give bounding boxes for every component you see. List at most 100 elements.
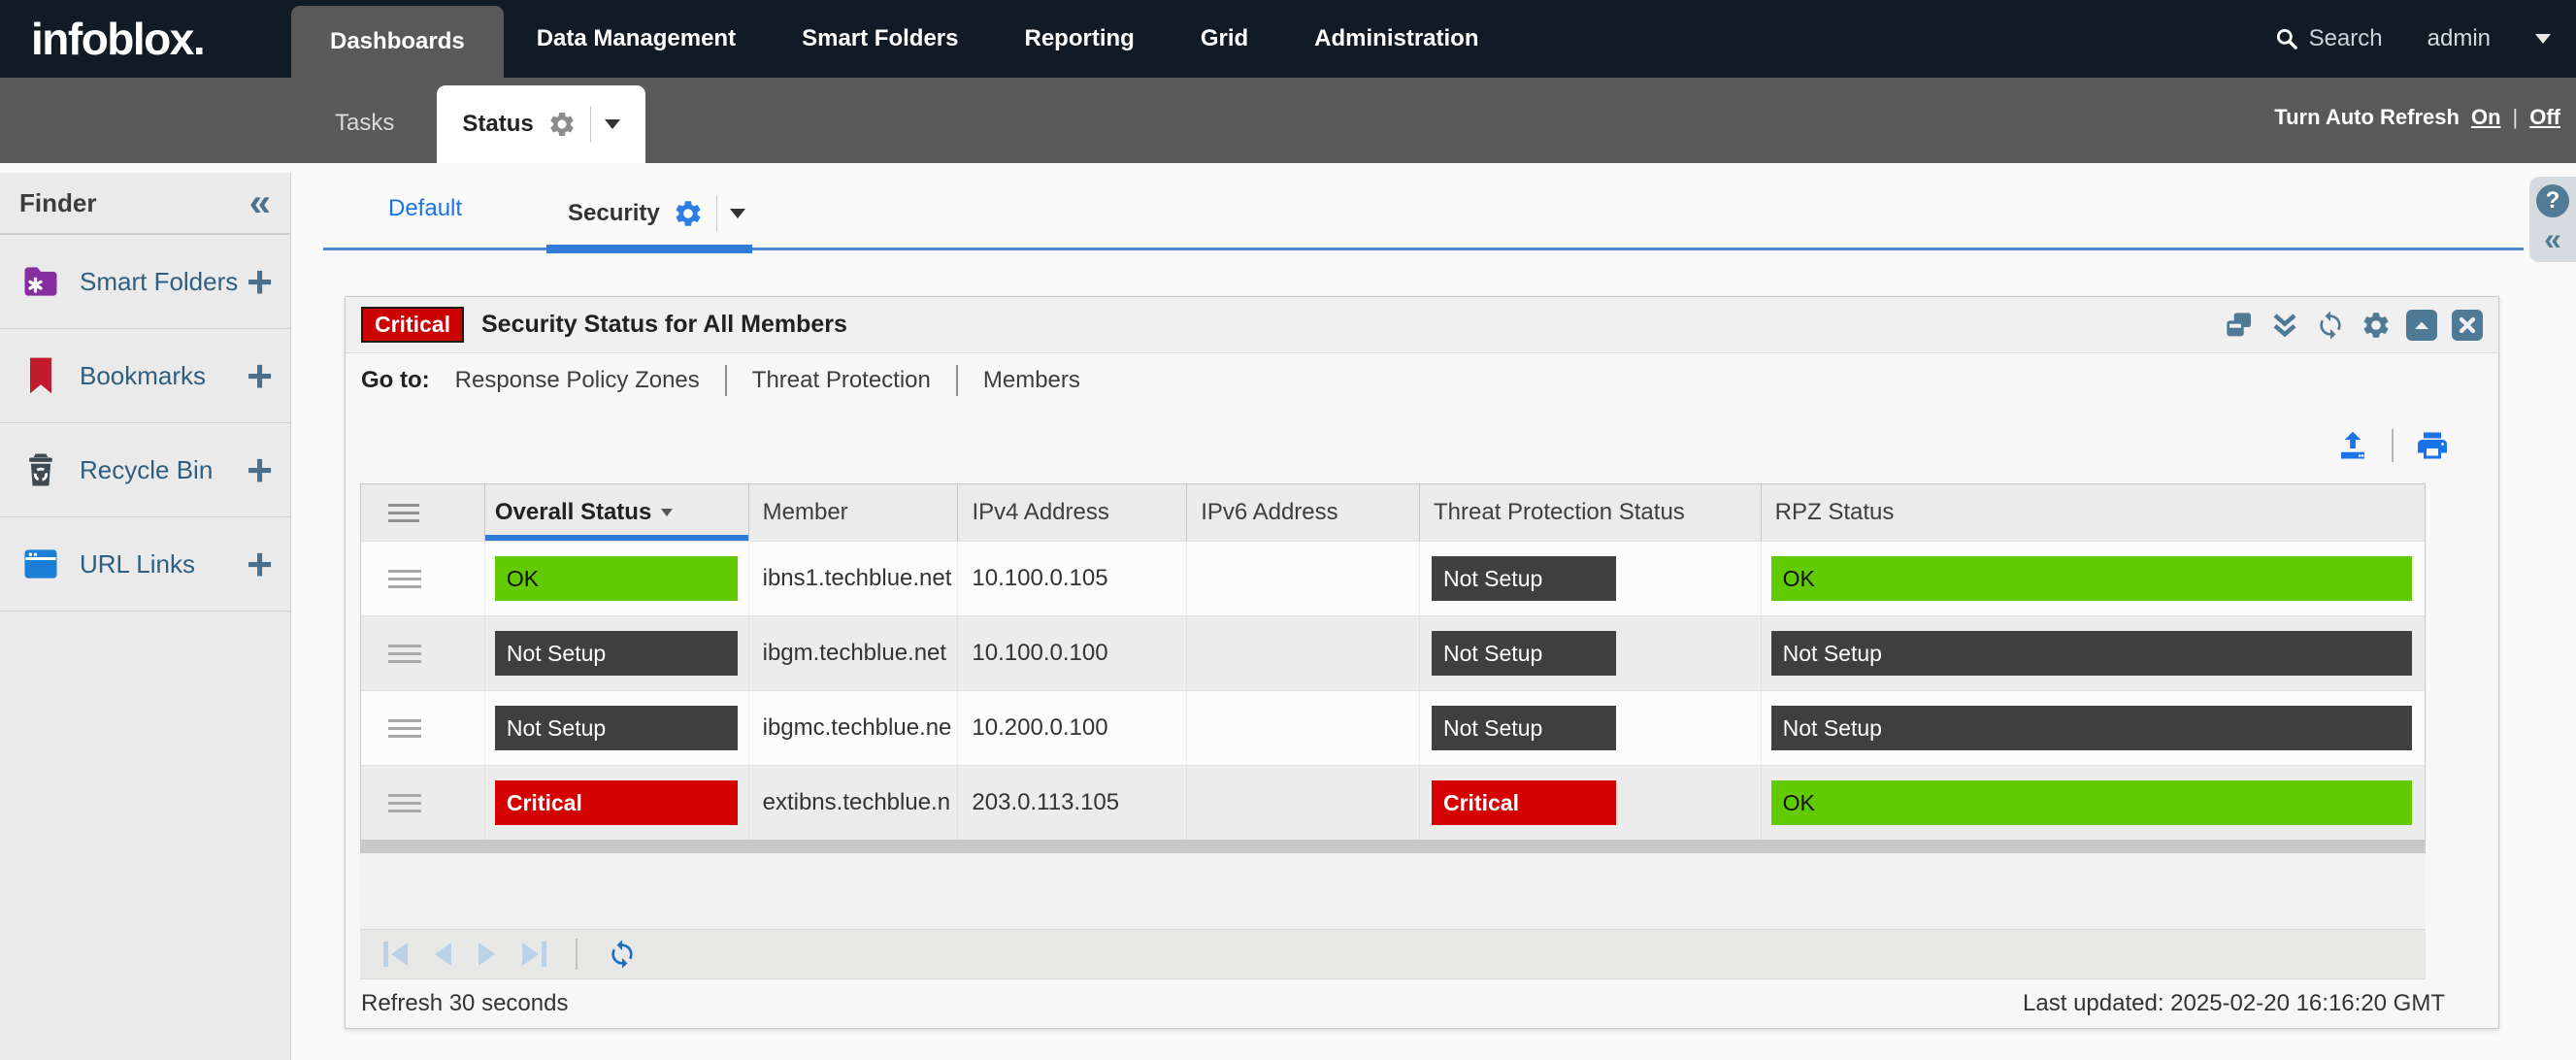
threat-protection-badge: Not Setup [1432,556,1616,601]
row-drag-handle-icon[interactable] [388,714,421,743]
dashboard-view-tabs: Default Security [323,163,2524,250]
table-row[interactable]: Critical extibns.techblue.n 203.0.113.10… [361,765,2425,840]
tab-status[interactable]: Status [437,85,644,163]
goto-response-policy-zones[interactable]: Response Policy Zones [455,367,700,394]
copy-widget-icon[interactable] [2224,310,2255,341]
security-dropdown-caret-icon[interactable] [730,209,745,218]
goto-bar: Go to: Response Policy Zones Threat Prot… [346,353,2498,408]
horizontal-scrollbar[interactable] [360,841,2426,853]
goto-separator [725,365,727,396]
nav-dashboards[interactable]: Dashboards [291,6,504,78]
ipv6-address-cell [1187,766,1420,840]
table-empty-space [360,853,2426,929]
nav-smart-folders[interactable]: Smart Folders [769,0,991,78]
nav-data-management[interactable]: Data Management [504,0,769,78]
goto-members[interactable]: Members [983,367,1080,394]
goto-threat-protection[interactable]: Threat Protection [752,367,931,394]
main-area: Default Security Critical Security Statu… [291,163,2576,1060]
row-drag-handle-icon[interactable] [388,565,421,593]
ipv6-address-cell [1187,691,1420,765]
refresh-interval-note: Refresh 30 seconds [361,990,568,1017]
overall-status-badge: OK [495,556,738,601]
ipv4-address-cell: 203.0.113.105 [958,766,1187,840]
nav-grid[interactable]: Grid [1168,0,1281,78]
refresh-widget-icon[interactable] [2315,310,2346,341]
first-page-button[interactable] [383,942,408,967]
ipv4-address-cell: 10.100.0.105 [958,542,1187,615]
help-rail: ? « [2529,177,2576,262]
search-button[interactable]: Search [2274,25,2383,52]
header-label: Overall Status [495,499,651,526]
sidebar-item-label: Bookmarks [80,361,247,391]
help-icon[interactable]: ? [2536,184,2569,217]
pagination-bar [360,929,2426,979]
reload-table-icon[interactable] [607,939,638,970]
header-rpz-status[interactable]: RPZ Status [1762,484,2425,541]
table-row[interactable]: OK ibns1.techblue.net 10.100.0.105 Not S… [361,541,2425,615]
user-menu-caret-icon[interactable] [2535,34,2551,44]
finder-sidebar: Finder « Smart Folders + Bookmarks + Rec… [0,173,291,1060]
topnav-right: Search admin [2274,0,2576,78]
status-tab-divider [590,106,591,143]
search-label: Search [2309,25,2383,52]
actions-divider [2392,429,2394,462]
auto-refresh-label: Turn Auto Refresh [2274,105,2460,130]
sidebar-collapse-icon[interactable]: « [249,183,271,222]
rpz-status-badge: Not Setup [1771,706,2412,750]
header-ipv4-address[interactable]: IPv4 Address [958,484,1187,541]
sidebar-item-recycle-bin[interactable]: Recycle Bin + [0,423,290,517]
header-threat-protection-status[interactable]: Threat Protection Status [1420,484,1762,541]
sidebar-item-bookmarks[interactable]: Bookmarks + [0,329,290,423]
widget-footer: Refresh 30 seconds Last updated: 2025-02… [346,979,2498,1028]
sidebar-item-smart-folders[interactable]: Smart Folders + [0,235,290,329]
status-tab-label: Status [462,111,533,138]
finder-title: Finder [19,188,96,218]
add-smart-folder-button[interactable]: + [247,259,273,304]
previous-page-button[interactable] [435,943,451,966]
next-page-button[interactable] [479,943,495,966]
header-overall-status[interactable]: Overall Status [485,484,749,541]
expand-all-chevrons-icon[interactable] [2269,310,2300,341]
sidebar-item-url-links[interactable]: URL Links + [0,517,290,612]
nav-reporting[interactable]: Reporting [991,0,1167,78]
tab-security[interactable]: Security [568,195,745,232]
header-member[interactable]: Member [749,484,959,541]
table-header-row: Overall Status Member IPv4 Address IPv6 … [361,484,2425,541]
auto-refresh-off-link[interactable]: Off [2529,105,2560,130]
add-recycle-bin-button[interactable]: + [247,447,273,492]
goto-label: Go to: [361,367,430,394]
export-icon[interactable] [2335,428,2370,463]
rpz-status-badge: OK [1771,780,2412,825]
status-dropdown-caret-icon[interactable] [605,119,620,129]
table-row[interactable]: Not Setup ibgmc.techblue.ne 10.200.0.100… [361,690,2425,765]
status-settings-gear-icon[interactable] [547,110,577,139]
widget-title: Security Status for All Members [481,311,847,339]
tab-tasks[interactable]: Tasks [335,110,394,137]
member-cell: ibns1.techblue.net [749,542,959,615]
collapse-rail-icon[interactable]: « [2544,223,2561,254]
table-grid: Overall Status Member IPv4 Address IPv6 … [360,483,2426,841]
threat-protection-badge: Critical [1432,780,1616,825]
nav-administration[interactable]: Administration [1281,0,1511,78]
auto-refresh-on-link[interactable]: On [2471,105,2501,130]
widget-settings-gear-icon[interactable] [2361,310,2392,341]
print-icon[interactable] [2415,428,2450,463]
collapse-widget-icon[interactable] [2406,310,2437,341]
last-page-button[interactable] [522,942,546,967]
widget-toolbar [2224,310,2483,341]
security-tab-divider [716,195,717,232]
security-settings-gear-icon[interactable] [673,198,704,229]
tab-default[interactable]: Default [388,195,462,222]
add-bookmark-button[interactable]: + [247,353,273,398]
user-name[interactable]: admin [2427,25,2491,52]
row-drag-handle-icon[interactable] [388,789,421,817]
column-menu-icon[interactable] [388,499,419,527]
overall-status-badge: Not Setup [495,706,738,750]
header-ipv6-address[interactable]: IPv6 Address [1187,484,1420,541]
rpz-status-badge: OK [1771,556,2412,601]
table-row[interactable]: Not Setup ibgm.techblue.net 10.100.0.100… [361,615,2425,690]
close-widget-icon[interactable] [2452,310,2483,341]
row-drag-handle-icon[interactable] [388,640,421,668]
add-url-link-button[interactable]: + [247,542,273,586]
primary-nav: Dashboards Data Management Smart Folders… [291,0,1512,78]
